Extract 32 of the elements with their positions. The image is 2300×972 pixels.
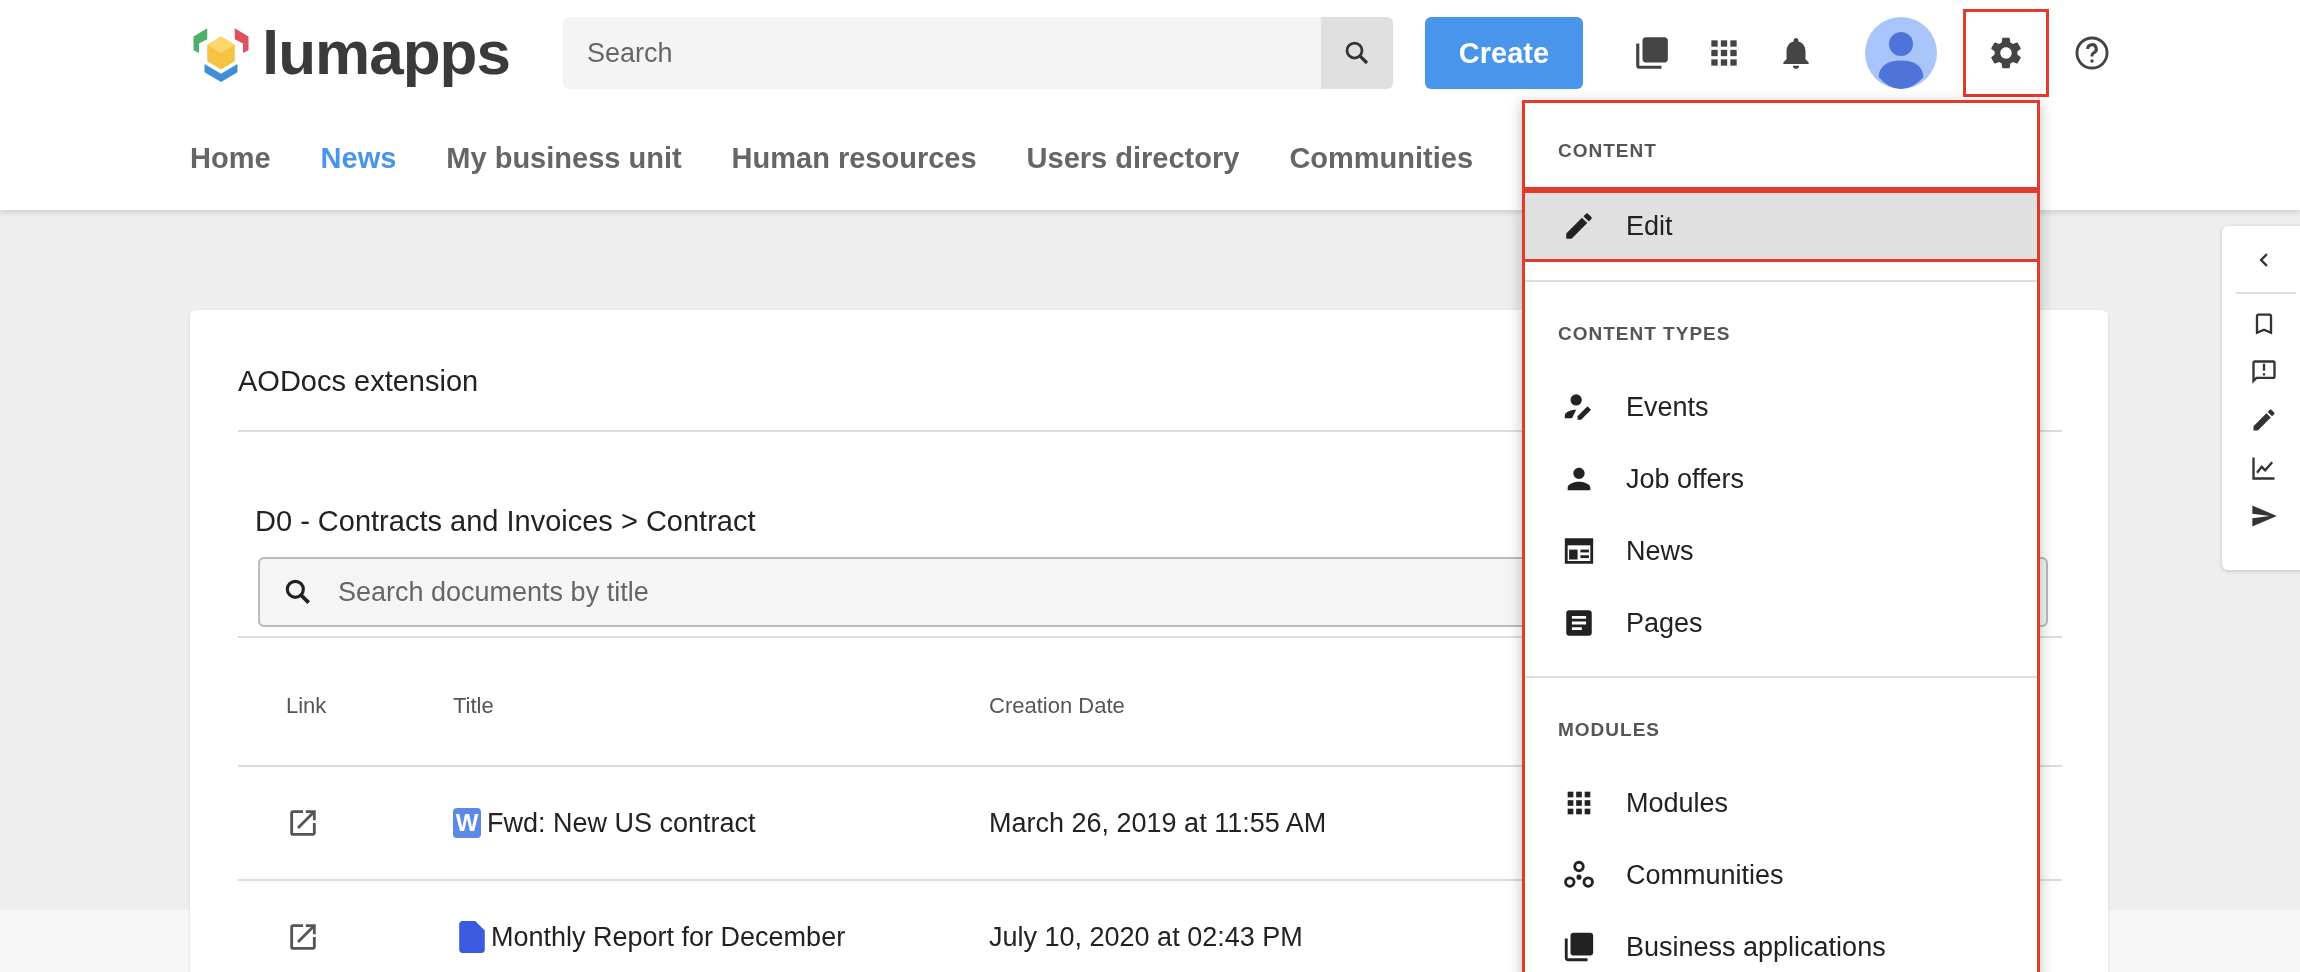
nav-tab[interactable]: Users directory	[1026, 141, 1240, 175]
menu-section-heading: MODULES	[1557, 717, 1661, 742]
search-button[interactable]	[1321, 17, 1393, 89]
nav-tab[interactable]: Human resources	[731, 141, 977, 175]
menu-item[interactable]: Business applications	[1522, 911, 2040, 972]
table-cell: March 26, 2019 at 11:55 AM	[989, 807, 1327, 839]
card-title: AODocs extension	[238, 365, 479, 397]
avatar-icon[interactable]	[1865, 17, 1937, 89]
breadcrumb: D0 - Contracts and Invoices > Contract	[255, 505, 757, 539]
document-file-icon	[459, 921, 485, 953]
table-cell: Fwd: New US contract	[487, 807, 756, 839]
menu-item[interactable]: Job offers	[1522, 443, 2040, 515]
books-icon[interactable]	[1633, 34, 1671, 72]
table-cell: Monthly Report for December	[491, 921, 846, 953]
search-field[interactable]: Search	[563, 17, 1321, 89]
column-header: Link	[286, 692, 328, 719]
settings-button[interactable]	[1963, 9, 2049, 97]
nav-tab[interactable]: My business unit	[446, 141, 682, 175]
books-icon	[1562, 930, 1596, 964]
nav-tab[interactable]: Home	[190, 141, 271, 175]
column-header: Creation Date	[989, 692, 1125, 719]
nav-tab[interactable]: Communities	[1289, 141, 1474, 175]
help-icon[interactable]	[2073, 34, 2111, 72]
menu-item[interactable]: Communities	[1522, 839, 2040, 911]
word-file-icon: W	[453, 808, 481, 838]
menu-item[interactable]: Edit	[1522, 190, 2040, 262]
feedback-icon[interactable]	[2250, 358, 2278, 386]
column-header: Title	[453, 692, 495, 719]
table-cell: July 10, 2020 at 02:43 PM	[989, 921, 1303, 953]
menu-section-heading: CONTENT TYPES	[1557, 321, 1732, 346]
menu-item[interactable]: Modules	[1522, 767, 2040, 839]
menu-item[interactable]: Events	[1522, 371, 2040, 443]
